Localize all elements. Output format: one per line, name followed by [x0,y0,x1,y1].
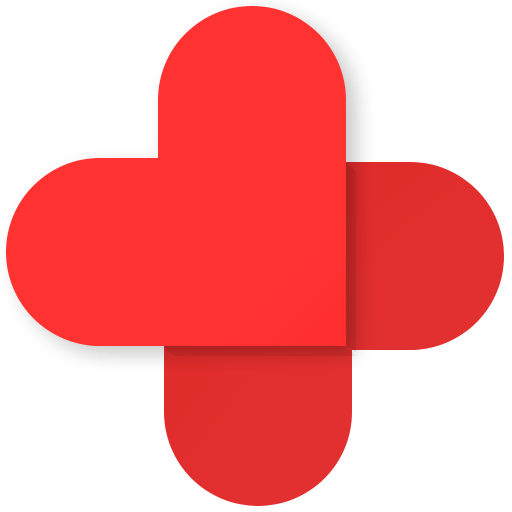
logo-stage [0,0,512,512]
fold-shadow-bottom [164,346,356,356]
front-heart-shape [6,6,346,346]
fold-shadow [346,162,356,352]
heart-cross-icon [6,6,504,506]
